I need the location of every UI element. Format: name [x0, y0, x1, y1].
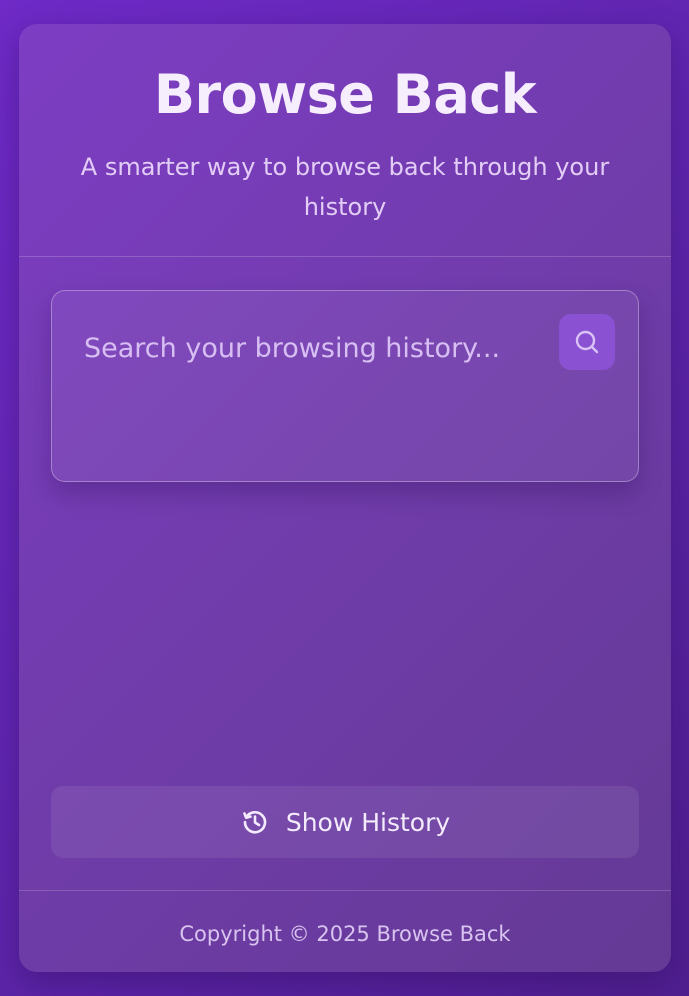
search-input[interactable]: [84, 329, 554, 369]
popup-card: Browse Back A smarter way to browse back…: [19, 24, 671, 972]
search-button[interactable]: [559, 314, 615, 370]
show-history-button[interactable]: Show History: [51, 786, 639, 858]
search-box: [51, 290, 639, 482]
footer: Copyright © 2025 Browse Back: [19, 890, 671, 972]
app-title: Browse Back: [153, 63, 537, 126]
app-subtitle: A smarter way to browse back through you…: [80, 153, 610, 221]
history-icon: [240, 807, 270, 837]
header: Browse Back A smarter way to browse back…: [19, 24, 671, 257]
search-icon: [573, 328, 601, 356]
show-history-label: Show History: [285, 807, 451, 837]
copyright-text: Copyright © 2025 Browse Back: [179, 922, 511, 946]
